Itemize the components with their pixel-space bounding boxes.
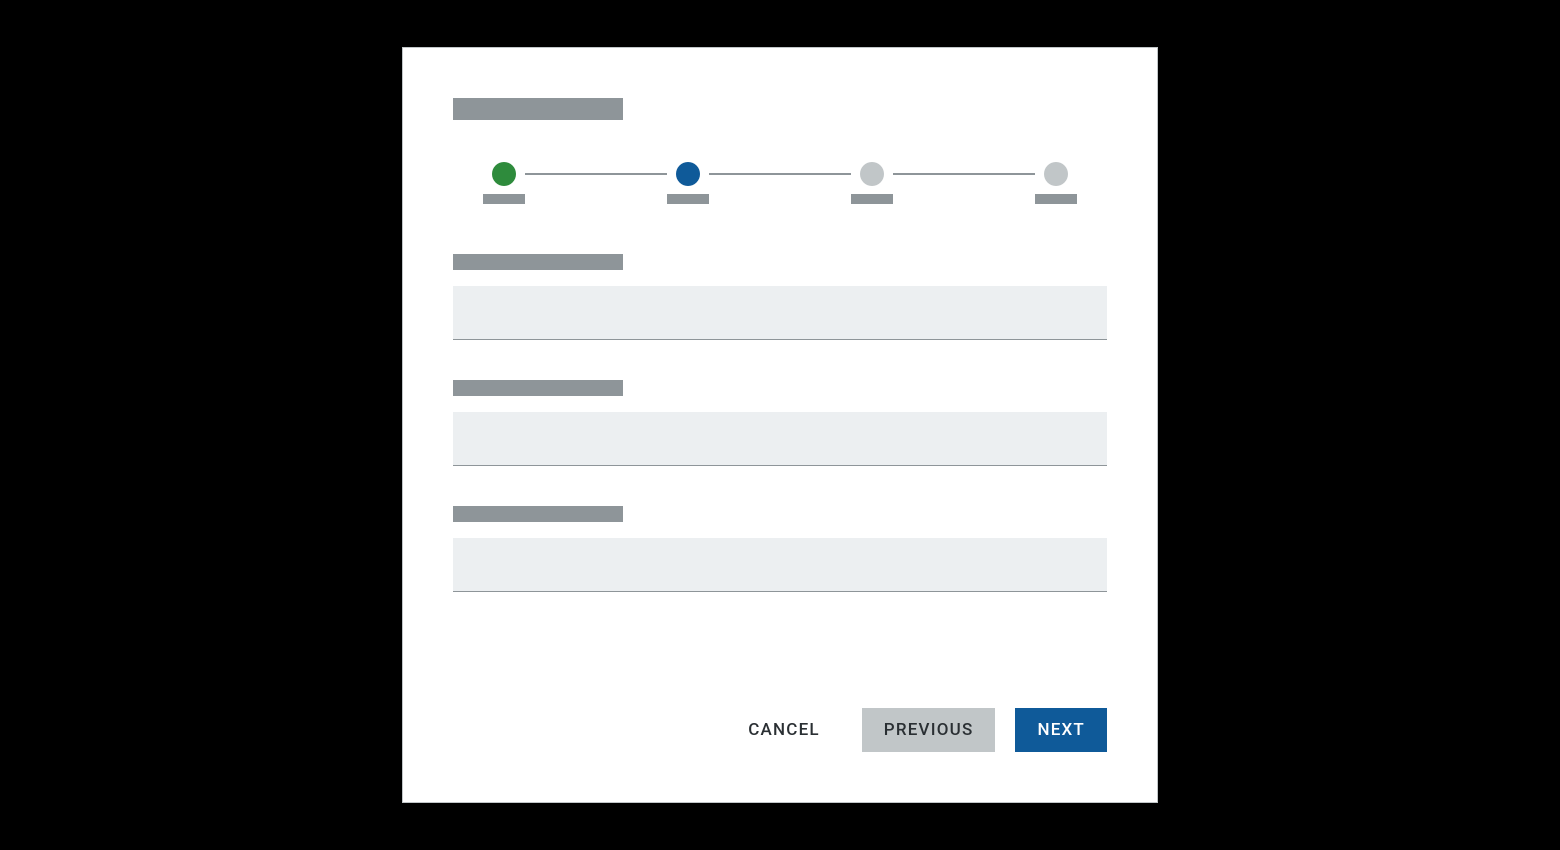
field-1-label-placeholder — [453, 254, 623, 270]
step-dot-active-icon — [676, 162, 700, 186]
field-3-input[interactable] — [453, 538, 1107, 592]
step-connector — [893, 173, 1035, 175]
step-3[interactable] — [851, 162, 893, 204]
step-4[interactable] — [1035, 162, 1077, 204]
dialog-footer-buttons: CANCEL PREVIOUS NEXT — [453, 708, 1107, 752]
next-button[interactable]: NEXT — [1015, 708, 1107, 752]
form-field-1 — [453, 254, 1107, 340]
wizard-dialog: CANCEL PREVIOUS NEXT — [402, 47, 1158, 803]
step-2-label — [667, 194, 709, 204]
step-dot-completed-icon — [492, 162, 516, 186]
step-dot-pending-icon — [1044, 162, 1068, 186]
step-2[interactable] — [667, 162, 709, 204]
step-1[interactable] — [483, 162, 525, 204]
previous-button[interactable]: PREVIOUS — [862, 708, 996, 752]
form-field-3 — [453, 506, 1107, 592]
step-3-label — [851, 194, 893, 204]
field-1-input[interactable] — [453, 286, 1107, 340]
cancel-button[interactable]: CANCEL — [726, 708, 842, 752]
form-field-2 — [453, 380, 1107, 466]
step-dot-pending-icon — [860, 162, 884, 186]
field-3-label-placeholder — [453, 506, 623, 522]
step-1-label — [483, 194, 525, 204]
field-2-label-placeholder — [453, 380, 623, 396]
step-connector — [525, 173, 667, 175]
step-4-label — [1035, 194, 1077, 204]
stepper — [453, 162, 1107, 204]
step-connector — [709, 173, 851, 175]
dialog-title-placeholder — [453, 98, 623, 120]
field-2-input[interactable] — [453, 412, 1107, 466]
